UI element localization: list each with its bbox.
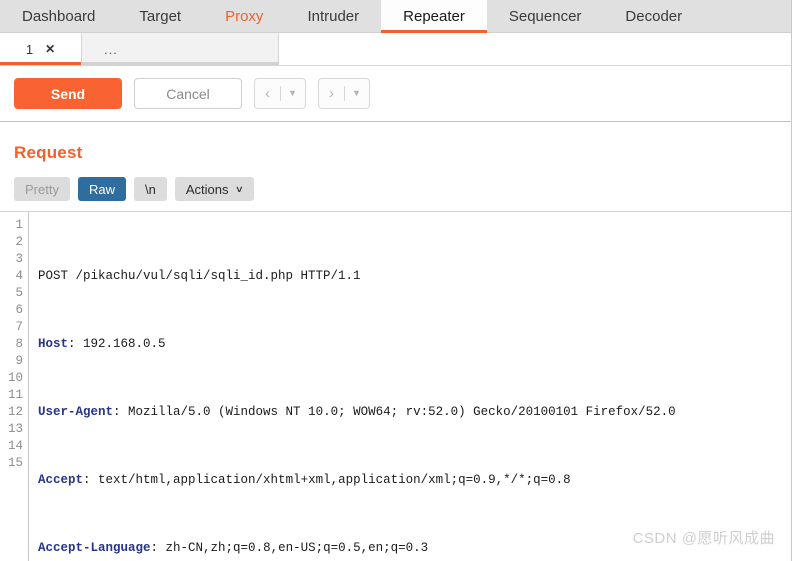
- main-tab-dashboard[interactable]: Dashboard: [0, 0, 117, 33]
- repeater-tab-bar-filler: [279, 33, 791, 65]
- header-value: zh-CN,zh;q=0.8,en-US;q=0.5,en;q=0.3: [158, 541, 429, 555]
- tab-pretty[interactable]: Pretty: [14, 177, 70, 201]
- main-tab-sequencer[interactable]: Sequencer: [487, 0, 604, 33]
- actions-button[interactable]: Actions ∨: [174, 177, 255, 201]
- header-name: Accept-Language: [38, 541, 151, 555]
- tab-newline[interactable]: \n: [133, 177, 167, 201]
- header-value: Mozilla/5.0 (Windows NT 10.0; WOW64; rv:…: [120, 405, 676, 419]
- line-number: 11: [7, 388, 23, 402]
- line-number: 13: [7, 422, 23, 436]
- request-line-1: POST /pikachu/vul/sqli/sqli_id.php HTTP/…: [38, 268, 791, 285]
- line-number: 10: [7, 371, 23, 385]
- chevron-down-icon: ∨: [235, 183, 245, 194]
- close-icon[interactable]: ✕: [45, 43, 55, 55]
- main-tab-bar: Dashboard Target Proxy Intruder Repeater…: [0, 0, 791, 33]
- request-raw-text[interactable]: POST /pikachu/vul/sqli/sqli_id.php HTTP/…: [29, 212, 791, 561]
- header-name: Accept: [38, 473, 84, 487]
- request-line-5: Accept-Language: zh-CN,zh;q=0.8,en-US;q=…: [38, 541, 429, 555]
- chevron-right-icon: ›: [329, 85, 334, 102]
- cancel-button[interactable]: Cancel: [134, 78, 242, 109]
- line-number: 8: [15, 337, 23, 351]
- line-number: 12: [7, 405, 23, 419]
- line-number-gutter: 1 2 3 4 5 6 7 8 9 10 11 12 13 14 15: [0, 212, 29, 561]
- header-value: text/html,application/xhtml+xml,applicat…: [90, 473, 571, 487]
- request-view-tab-bar: Pretty Raw \n Actions ∨: [0, 163, 791, 211]
- repeater-tab-label: 1: [25, 41, 34, 57]
- line-number: 9: [15, 354, 23, 368]
- previous-request-button[interactable]: ‹ ▼: [254, 78, 306, 109]
- send-button[interactable]: Send: [14, 78, 122, 109]
- repeater-toolbar: Send Cancel ‹ ▼ › ▼: [0, 66, 791, 122]
- repeater-tab-1[interactable]: 1 ✕: [0, 33, 82, 65]
- line-number: 4: [15, 269, 23, 283]
- request-panel-title: Request: [14, 143, 83, 162]
- line-number: 3: [15, 252, 23, 266]
- http-request-line: POST /pikachu/vul/sqli/sqli_id.php HTTP/…: [38, 269, 361, 283]
- request-line-2: Host: 192.168.0.5: [38, 337, 166, 351]
- main-tab-decoder[interactable]: Decoder: [603, 0, 704, 33]
- line-number: 5: [15, 286, 23, 300]
- request-panel: Request Pretty Raw \n Actions ∨ 1 2 3 4 …: [0, 122, 791, 561]
- main-tab-repeater[interactable]: Repeater: [381, 0, 487, 33]
- header-value: 192.168.0.5: [75, 337, 166, 351]
- chevron-down-icon[interactable]: ▼: [345, 89, 369, 98]
- main-tab-intruder[interactable]: Intruder: [285, 0, 381, 33]
- header-name: User-Agent: [38, 405, 114, 419]
- next-request-button[interactable]: › ▼: [318, 78, 370, 109]
- chevron-down-icon[interactable]: ▼: [281, 89, 305, 98]
- line-number: 15: [7, 456, 23, 470]
- request-line-4: Accept: text/html,application/xhtml+xml,…: [38, 473, 571, 487]
- tab-raw[interactable]: Raw: [77, 177, 126, 201]
- main-tab-proxy[interactable]: Proxy: [203, 0, 285, 33]
- ellipsis-icon: ...: [104, 41, 118, 57]
- header-name: Host: [38, 337, 69, 351]
- repeater-tab-bar: 1 ✕ ...: [0, 33, 791, 66]
- line-number: 7: [15, 320, 23, 334]
- actions-label: Actions: [185, 181, 229, 197]
- request-line-3: User-Agent: Mozilla/5.0 (Windows NT 10.0…: [38, 405, 676, 419]
- line-number: 2: [15, 235, 23, 249]
- main-tab-target[interactable]: Target: [117, 0, 203, 33]
- chevron-left-icon: ‹: [265, 85, 270, 102]
- line-number: 1: [15, 218, 23, 232]
- line-number: 14: [7, 439, 23, 453]
- burp-suite-window: Dashboard Target Proxy Intruder Repeater…: [0, 0, 792, 561]
- request-editor[interactable]: 1 2 3 4 5 6 7 8 9 10 11 12 13 14 15 POST…: [0, 211, 791, 561]
- repeater-tab-more[interactable]: ...: [82, 33, 279, 65]
- line-number: 6: [15, 303, 23, 317]
